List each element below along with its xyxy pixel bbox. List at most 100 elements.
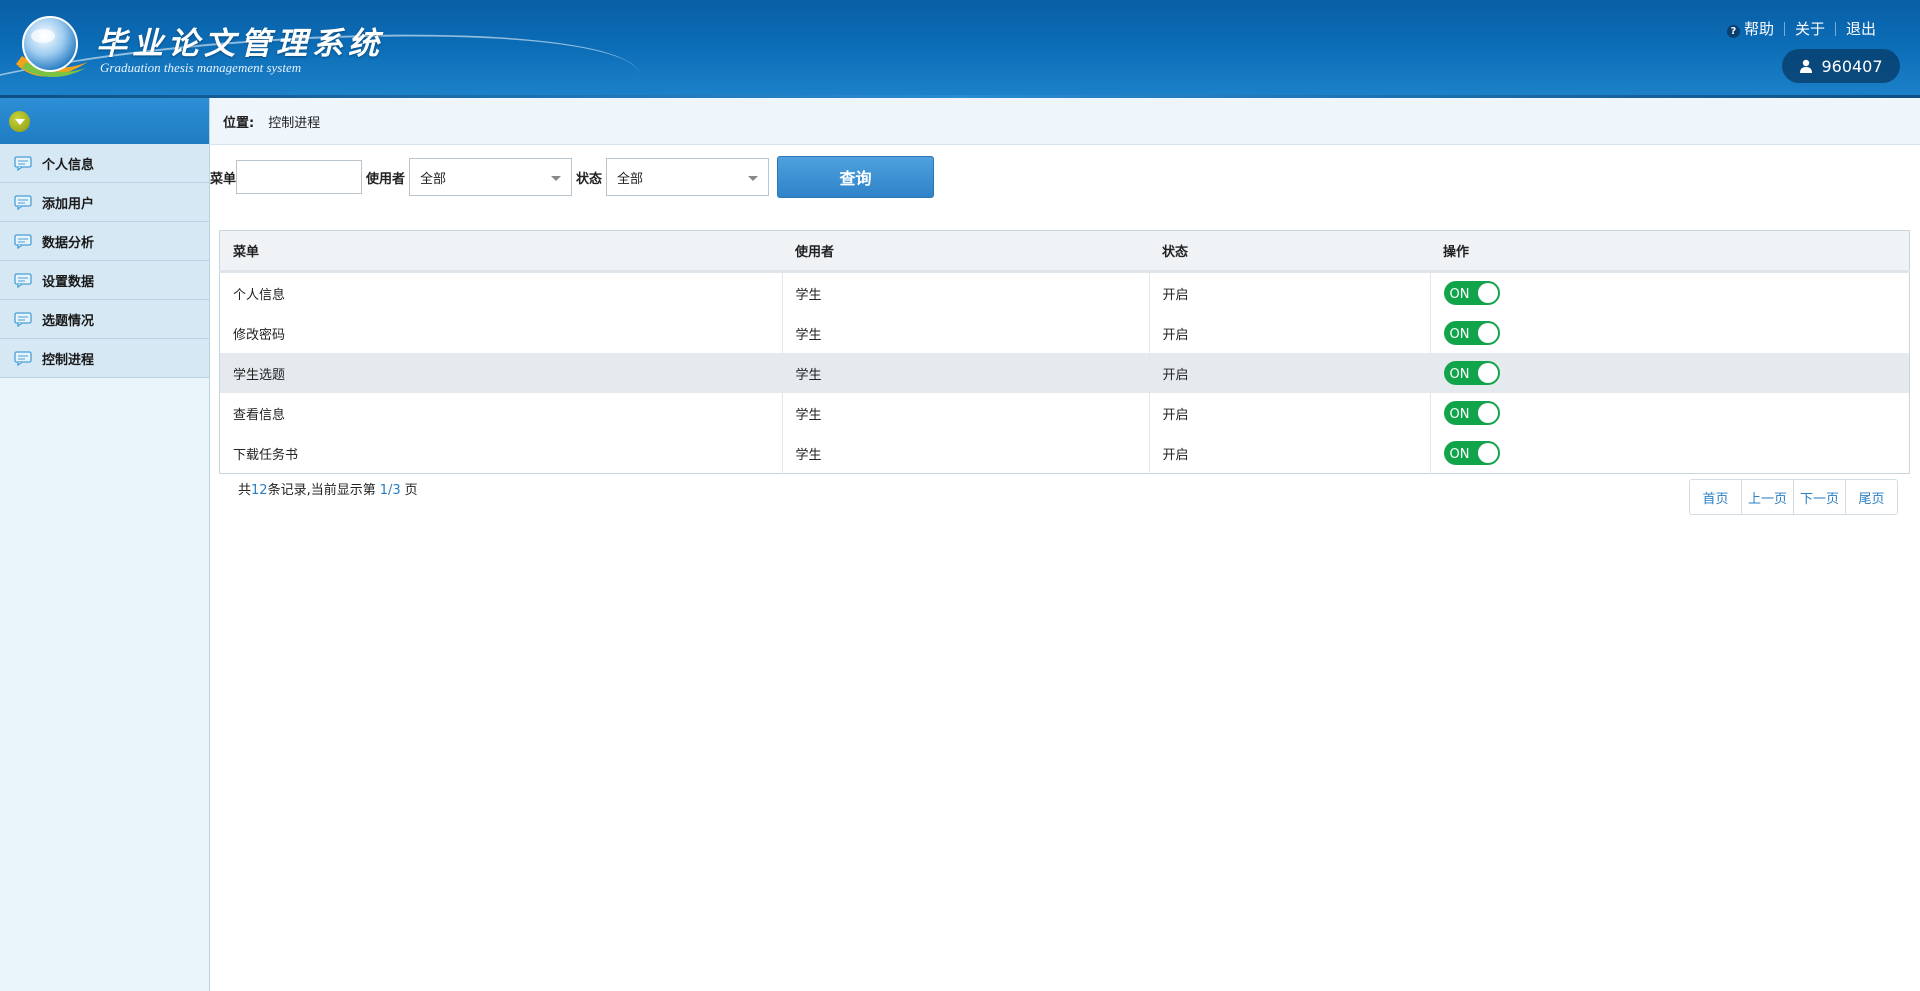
app-subtitle: Graduation thesis management system [100, 60, 302, 75]
toggle-switch[interactable]: ON [1443, 441, 1500, 465]
cell-menu: 查看信息 [219, 393, 783, 433]
column-header-status: 状态 [1149, 230, 1430, 273]
cell-action: ON [1430, 313, 1910, 353]
sidebar-item[interactable]: 设置数据 [0, 261, 209, 300]
user-id: 960407 [1821, 56, 1883, 76]
status-filter-label: 状态 [576, 171, 603, 187]
help-label: 帮助 [1743, 20, 1774, 38]
sidebar-item[interactable]: 添加用户 [0, 183, 209, 222]
sidebar-item[interactable]: 选题情况 [0, 300, 209, 339]
sidebar-item-label: 个人信息 [42, 157, 95, 173]
sidebar: 个人信息添加用户数据分析设置数据选题情况 控制进程 [0, 98, 210, 991]
cell-action: ON [1430, 433, 1910, 474]
cell-action: ON [1430, 353, 1910, 393]
cell-menu: 修改密码 [219, 313, 783, 353]
query-button[interactable]: 查询 [777, 156, 935, 198]
menu-filter-label: 菜单 [210, 171, 237, 187]
toggle-knob [1477, 403, 1498, 423]
toggle-knob [1477, 363, 1498, 383]
status-filter-select[interactable]: 全部 [606, 158, 770, 196]
filter-bar: 菜单 使用者 全部 状态 全部 查询 [210, 156, 935, 198]
sidebar-item[interactable]: 数据分析 [0, 222, 209, 261]
top-links: ? 帮助 关于 退出 [1726, 18, 1876, 39]
record-mid: 条记录,当前显示第 [267, 483, 376, 498]
next-page-button[interactable]: 下一页 [1794, 480, 1846, 514]
toggle-switch[interactable]: ON [1443, 401, 1500, 425]
user-icon [1800, 59, 1813, 73]
last-page-button[interactable]: 尾页 [1846, 480, 1897, 514]
table-body: 个人信息 学生 开启 ON 修改密码 学生 开启 ON 学生选题 学生 开启 ON 查看信息 学生 开启 ON… [219, 271, 1910, 474]
cell-menu: 学生选题 [219, 353, 783, 393]
toggle-label: ON [1449, 366, 1470, 382]
table-header-row: 菜单 使用者 状态 操作 [219, 230, 1910, 273]
record-suffix: 页 [404, 483, 418, 498]
user-filter-select[interactable]: 全部 [409, 158, 573, 196]
cell-user: 学生 [782, 393, 1150, 433]
chat-bubble-icon [14, 155, 32, 171]
sidebar-menu: 个人信息添加用户数据分析设置数据选题情况 控制进程 [0, 144, 209, 378]
about-link[interactable]: 关于 [1795, 18, 1825, 39]
toggle-label: ON [1449, 406, 1470, 422]
breadcrumb: 位置: 控制进程 [210, 98, 1920, 145]
sidebar-item-label: 数据分析 [42, 235, 95, 251]
chat-bubble-icon [14, 272, 32, 288]
column-header-action: 操作 [1430, 230, 1910, 273]
table-row: 下载任务书 学生 开启 ON [219, 433, 1910, 474]
first-page-button[interactable]: 首页 [1690, 480, 1742, 514]
user-filter-label: 使用者 [366, 171, 406, 187]
menu-control-table: 菜单 使用者 状态 操作 个人信息 学生 开启 ON 修改密码 学生 开启 ON 学生选题 学生开… [219, 230, 1910, 474]
app-title: 毕业论文管理系统 [96, 26, 384, 62]
record-total: 12 [251, 483, 268, 498]
cell-status: 开启 [1149, 353, 1431, 393]
cell-status: 开启 [1149, 433, 1431, 474]
sidebar-item-label: 设置数据 [42, 274, 95, 290]
sidebar-item-label: 添加用户 [42, 196, 95, 212]
prev-page-button[interactable]: 上一页 [1742, 480, 1794, 514]
table-row: 学生选题 学生 开启 ON [219, 353, 1910, 393]
globe-logo-icon [16, 16, 88, 77]
table-row: 查看信息 学生 开启 ON [219, 393, 1910, 433]
toggle-knob [1477, 443, 1498, 463]
toggle-label: ON [1449, 286, 1470, 302]
menu-filter-input[interactable] [236, 160, 363, 194]
sidebar-item[interactable]: 控制进程 [0, 339, 209, 378]
breadcrumb-current: 控制进程 [268, 115, 321, 131]
record-page: 1/3 [379, 483, 401, 498]
toggle-switch[interactable]: ON [1443, 361, 1500, 385]
sidebar-header [0, 98, 209, 144]
cell-action: ON [1430, 272, 1910, 314]
sidebar-item[interactable]: 个人信息 [0, 144, 209, 183]
cell-status: 开启 [1149, 271, 1431, 313]
cell-status: 开启 [1149, 393, 1431, 433]
toggle-switch[interactable]: ON [1443, 281, 1500, 305]
top-header: 毕业论文管理系统 Graduation thesis management sy… [0, 0, 1920, 98]
chat-bubble-icon [14, 194, 32, 210]
toggle-switch[interactable]: ON [1443, 321, 1500, 345]
user-badge[interactable]: 960407 [1782, 49, 1900, 83]
pagination: 首页 上一页 下一页 尾页 [1689, 479, 1898, 515]
cell-user: 学生 [782, 433, 1150, 474]
collapse-toggle-icon[interactable] [9, 111, 30, 132]
cell-user: 学生 [782, 313, 1150, 353]
chat-bubble-icon [14, 350, 32, 366]
chevron-down-icon [748, 176, 759, 181]
logout-link[interactable]: 退出 [1846, 18, 1876, 39]
toggle-label: ON [1449, 446, 1470, 462]
toggle-knob [1477, 323, 1498, 343]
cell-status: 开启 [1149, 313, 1431, 353]
cell-action: ON [1430, 393, 1910, 433]
toggle-label: ON [1449, 326, 1470, 342]
user-filter-value: 全部 [420, 171, 447, 187]
divider [1834, 21, 1836, 36]
chat-bubble-icon [14, 311, 32, 327]
table-row: 修改密码 学生 开启 ON [219, 313, 1910, 353]
help-icon: ? [1726, 25, 1740, 38]
chat-bubble-icon [14, 233, 32, 249]
cell-user: 学生 [782, 271, 1150, 313]
help-link[interactable]: ? 帮助 [1726, 18, 1774, 39]
divider [1783, 21, 1785, 36]
cell-user: 学生 [782, 353, 1150, 393]
toggle-knob [1477, 283, 1498, 303]
cell-menu: 下载任务书 [219, 433, 783, 474]
column-header-menu: 菜单 [219, 230, 782, 273]
